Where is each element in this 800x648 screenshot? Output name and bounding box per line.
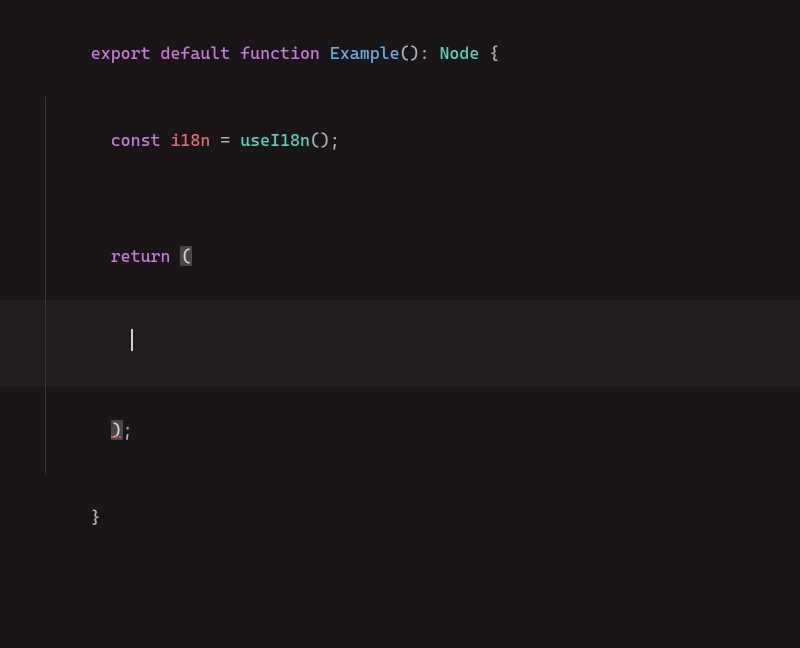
code-line[interactable]: const i18n = useI18n(); [0, 97, 800, 184]
keyword-return: return [111, 246, 171, 266]
colon: : [420, 43, 430, 63]
code-line-empty[interactable] [0, 184, 800, 213]
text-cursor [131, 329, 133, 351]
keyword-export: export [91, 43, 151, 63]
semicolon: ; [330, 130, 340, 150]
keyword-function: function [240, 43, 320, 63]
indent-guide [45, 184, 46, 213]
semicolon: ; [123, 420, 133, 440]
assignment-operator: = [220, 130, 230, 150]
paren-open-matched: ( [180, 246, 192, 266]
code-line[interactable]: export default function Example(): Node … [0, 10, 800, 97]
code-line[interactable]: return ( [0, 213, 800, 300]
parentheses: () [400, 43, 420, 63]
code-line[interactable]: } [0, 474, 800, 561]
type-annotation: Node [439, 43, 479, 63]
code-editor[interactable]: export default function Example(): Node … [0, 0, 800, 561]
keyword-const: const [111, 130, 161, 150]
variable-name: i18n [170, 130, 210, 150]
code-line[interactable]: ); [0, 387, 800, 474]
brace-open: { [489, 43, 499, 63]
paren-close-matched: ) [111, 420, 123, 440]
brace-close: } [91, 507, 101, 527]
function-name: Example [330, 43, 400, 63]
code-line-cursor[interactable] [0, 300, 800, 387]
keyword-default: default [161, 43, 231, 63]
function-call: useI18n [240, 130, 310, 150]
parentheses: () [310, 130, 330, 150]
